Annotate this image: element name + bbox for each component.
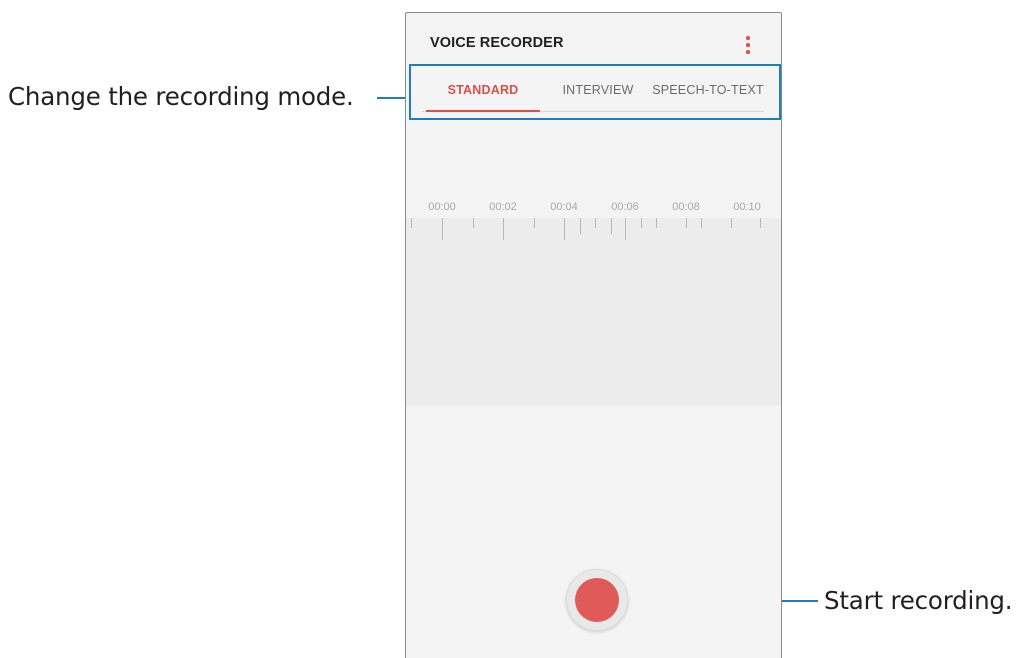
more-dot-1 (746, 36, 750, 40)
time-label: 00:06 (611, 201, 639, 213)
more-dot-2 (746, 43, 750, 47)
app-title: VOICE RECORDER (430, 35, 564, 51)
more-dot-3 (746, 50, 750, 54)
timeline-labels: 00:00 00:02 00:04 00:06 00:08 00:10 (406, 201, 781, 217)
more-options-icon[interactable] (742, 35, 754, 55)
time-label: 00:00 (428, 201, 456, 213)
record-icon (575, 578, 619, 622)
time-label: 00:10 (733, 201, 761, 213)
time-label: 00:04 (550, 201, 578, 213)
timeline-ticks (411, 218, 761, 240)
record-button[interactable] (566, 569, 628, 631)
callout-start-recording: Start recording. (824, 586, 1013, 615)
time-label: 00:08 (672, 201, 700, 213)
tabs-highlight-box (409, 64, 781, 120)
callout-change-mode: Change the recording mode. (8, 82, 354, 111)
time-label: 00:02 (489, 201, 517, 213)
